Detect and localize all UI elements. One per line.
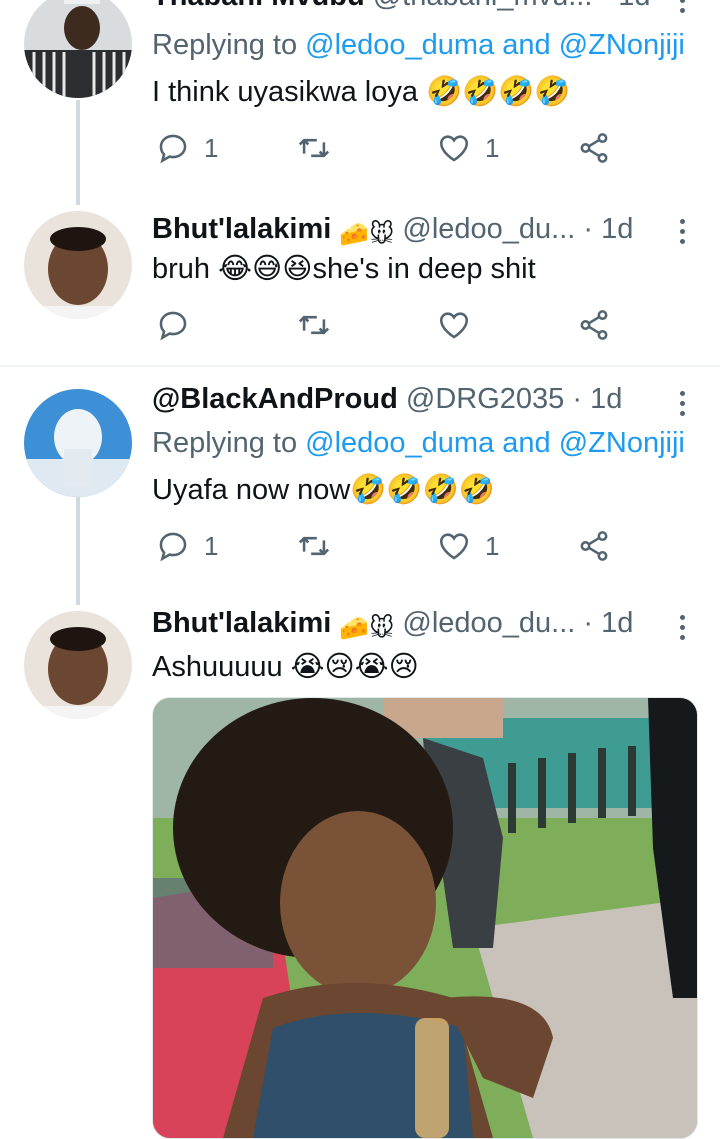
- replying-to-mentions[interactable]: @ledoo_duma and @ZNonjiji: [305, 29, 685, 61]
- tweet-actions: 1 1: [152, 526, 622, 566]
- tweet-header: Bhut'lalakimi 🧀🐭 @ledoo_du... · 1d: [152, 213, 690, 253]
- retweet-button[interactable]: [297, 305, 331, 345]
- thread-line: [76, 100, 80, 205]
- display-name[interactable]: Thabani Mvubu: [152, 0, 365, 12]
- retweet-button[interactable]: [297, 128, 331, 168]
- like-button[interactable]: [437, 305, 485, 345]
- share-icon: [577, 131, 611, 165]
- reply-button[interactable]: 1: [156, 128, 218, 168]
- reply-button[interactable]: 1: [156, 526, 218, 566]
- reply-icon: [156, 308, 190, 342]
- retweet-icon: [297, 131, 331, 165]
- like-icon: [437, 529, 471, 563]
- like-icon: [437, 131, 471, 165]
- share-button[interactable]: [577, 526, 611, 566]
- timestamp[interactable]: 1d: [601, 213, 633, 245]
- handle: @ledoo_du...: [402, 607, 576, 639]
- tweet-media-photo[interactable]: [152, 697, 698, 1139]
- reply-icon: [156, 131, 190, 165]
- timestamp[interactable]: 1d: [590, 383, 622, 415]
- avatar[interactable]: [24, 389, 132, 497]
- like-button[interactable]: 1: [437, 526, 499, 566]
- name-badges: 🧀🐭: [339, 221, 395, 248]
- tweet-text: Uyafa now now🤣🤣🤣🤣: [152, 474, 495, 506]
- tweet[interactable]: @BlackAndProud @DRG2035 · 1d Replying to…: [0, 367, 720, 605]
- thread-line: [76, 497, 80, 605]
- handle: @DRG2035: [405, 383, 565, 415]
- share-button[interactable]: [577, 305, 611, 345]
- tweet-text: I think uyasikwa loya 🤣🤣🤣🤣: [152, 76, 571, 108]
- separator-dot: ·: [583, 607, 594, 639]
- reply-count: 1: [204, 530, 219, 561]
- like-button[interactable]: 1: [437, 128, 499, 168]
- name-badges: 🧀🐭: [339, 615, 395, 642]
- retweet-button[interactable]: [297, 526, 331, 566]
- retweet-icon: [297, 529, 331, 563]
- more-icon[interactable]: [670, 211, 694, 251]
- retweet-icon: [297, 308, 331, 342]
- avatar[interactable]: [24, 211, 132, 319]
- display-name[interactable]: Bhut'lalakimi: [152, 607, 331, 639]
- avatar[interactable]: [24, 0, 132, 98]
- like-count: 1: [485, 132, 500, 163]
- share-icon: [577, 529, 611, 563]
- tweet-text: Ashuuuuu 😭😢😭😢: [152, 651, 419, 683]
- more-icon[interactable]: [670, 0, 694, 20]
- share-button[interactable]: [577, 128, 611, 168]
- tweet-text: bruh 😂😅😆she's in deep shit: [152, 253, 536, 285]
- separator-dot: ·: [600, 0, 610, 12]
- reply-button[interactable]: [156, 305, 204, 345]
- display-name[interactable]: @BlackAndProud: [152, 383, 398, 415]
- avatar[interactable]: [24, 611, 132, 719]
- handle: @ledoo_du...: [402, 213, 576, 245]
- reply-icon: [156, 529, 190, 563]
- replying-to-mentions[interactable]: @ledoo_duma and @ZNonjiji: [305, 427, 685, 459]
- replying-to-prefix: Replying to: [152, 427, 298, 459]
- handle: @thabani_mvu...: [373, 0, 593, 12]
- share-icon: [577, 308, 611, 342]
- more-icon[interactable]: [670, 607, 694, 647]
- replying-to-prefix: Replying to: [152, 29, 298, 61]
- tweet-actions: [152, 305, 622, 345]
- like-count: 1: [485, 530, 500, 561]
- tweet-actions: 1 1: [152, 128, 622, 168]
- tweet[interactable]: Thabani Mvubu @thabani_mvu... · 1d Reply…: [0, 0, 720, 205]
- tweet-header: Bhut'lalakimi 🧀🐭 @ledoo_du... · 1d: [152, 607, 690, 647]
- timestamp[interactable]: 1d: [601, 607, 633, 639]
- replying-to: Replying to @ledoo_duma and @ZNonjiji: [152, 29, 685, 62]
- more-icon[interactable]: [670, 383, 694, 423]
- tweet[interactable]: Bhut'lalakimi 🧀🐭 @ledoo_du... · 1d bruh …: [0, 205, 720, 365]
- replying-to: Replying to @ledoo_duma and @ZNonjiji: [152, 427, 685, 460]
- separator-dot: ·: [572, 383, 583, 415]
- tweet-header: Thabani Mvubu @thabani_mvu... · 1d: [152, 0, 690, 20]
- tweet-header: @BlackAndProud @DRG2035 · 1d: [152, 383, 690, 423]
- like-icon: [437, 308, 471, 342]
- timestamp[interactable]: 1d: [618, 0, 650, 12]
- separator-dot: ·: [583, 213, 594, 245]
- reply-count: 1: [204, 132, 219, 163]
- display-name[interactable]: Bhut'lalakimi: [152, 213, 331, 245]
